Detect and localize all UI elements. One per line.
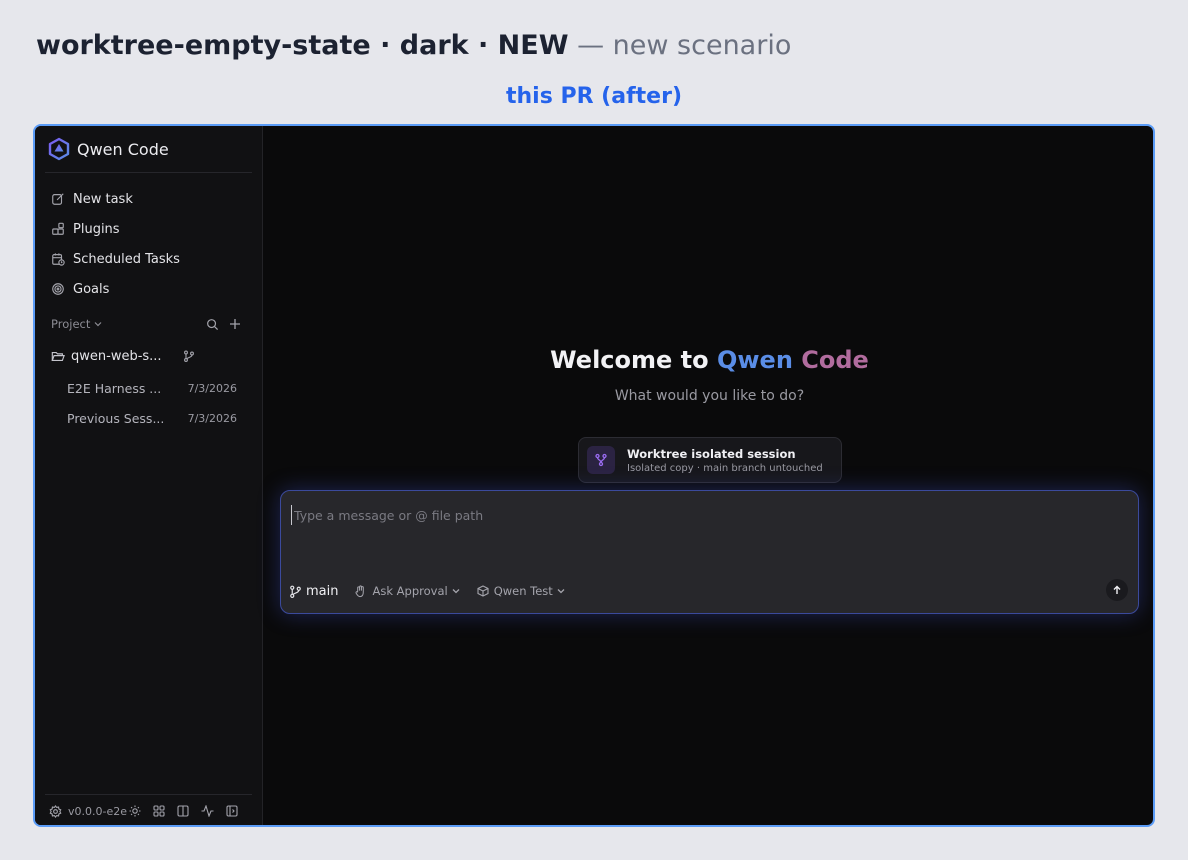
- plus-icon: [230, 319, 240, 329]
- model-label: Qwen Test: [493, 584, 553, 598]
- welcome-code: Code: [792, 346, 869, 374]
- grid-button[interactable]: [153, 805, 165, 817]
- git-fork-icon: [595, 453, 607, 467]
- chevron-down-icon[interactable]: [93, 319, 103, 329]
- send-button[interactable]: [1106, 579, 1128, 601]
- sidebar-panel-icon: [226, 805, 238, 817]
- session-item[interactable]: Previous Sess... 7/3/2026: [67, 411, 237, 426]
- branch-selector[interactable]: main: [289, 584, 338, 599]
- toggle-sidebar-button[interactable]: [226, 805, 238, 817]
- composer: main Ask Approval Qwen Test: [280, 490, 1139, 614]
- sun-icon[interactable]: [129, 805, 141, 817]
- page-title-strong: worktree-empty-state · dark · NEW: [36, 30, 569, 61]
- approval-label: Ask Approval: [372, 584, 448, 598]
- chevron-down-icon: [557, 589, 565, 594]
- qwen-logo-icon: [48, 137, 70, 161]
- folder-open-icon: [51, 351, 65, 361]
- session-title: Previous Sess...: [67, 411, 165, 426]
- chevron-down-icon: [452, 589, 460, 594]
- welcome-heading: Welcome to Qwen Code: [264, 346, 1153, 374]
- chip-subtitle: Isolated copy · main branch untouched: [627, 462, 823, 474]
- arrow-up-icon: [1113, 585, 1121, 594]
- page-title: worktree-empty-state · dark · NEW — new …: [36, 28, 791, 64]
- sidebar-item-new-task[interactable]: New task: [45, 184, 253, 214]
- split-view-button[interactable]: [177, 805, 189, 817]
- page-subtitle: this PR (after): [505, 84, 682, 109]
- divider: [45, 172, 252, 173]
- welcome-prefix: Welcome to: [550, 346, 717, 374]
- session-date: 7/3/2026: [187, 412, 237, 425]
- project-name: qwen-web-s...: [71, 348, 162, 364]
- target-icon: [52, 283, 64, 295]
- approval-selector[interactable]: Ask Approval: [354, 584, 460, 598]
- project-label[interactable]: Project: [51, 317, 90, 331]
- app-window: Qwen Code New task Plugins Scheduled Tas…: [33, 124, 1155, 827]
- columns-icon: [177, 805, 189, 817]
- sidebar-footer: v0.0.0-e2e: [49, 802, 238, 820]
- version-label: v0.0.0-e2e: [68, 804, 128, 818]
- sidebar-item-goals[interactable]: Goals: [45, 274, 253, 304]
- session-title: E2E Harness ...: [67, 381, 162, 396]
- session-item[interactable]: E2E Harness ... 7/3/2026: [67, 381, 237, 396]
- branch-label: main: [306, 583, 339, 599]
- add-project-button[interactable]: [229, 318, 241, 330]
- git-branch-icon: [184, 350, 194, 362]
- brand-name: Qwen Code: [77, 139, 169, 159]
- sidebar-item-plugins[interactable]: Plugins: [45, 214, 253, 244]
- brand[interactable]: Qwen Code: [47, 136, 169, 162]
- model-selector[interactable]: Qwen Test: [477, 584, 566, 598]
- composer-toolbar: main Ask Approval Qwen Test: [289, 581, 566, 601]
- plugins-icon: [52, 222, 64, 235]
- search-button[interactable]: [206, 318, 219, 331]
- welcome-qwen: Qwen: [716, 346, 793, 374]
- calendar-clock-icon: [52, 253, 65, 266]
- project-header: Project: [51, 317, 241, 331]
- chip-title: Worktree isolated session: [627, 446, 796, 461]
- page-title-muted: — new scenario: [577, 30, 792, 61]
- grid-icon: [153, 805, 165, 817]
- sidebar-item-label: Goals: [73, 281, 110, 297]
- gear-icon[interactable]: [49, 804, 62, 818]
- message-input[interactable]: [291, 505, 891, 525]
- search-icon: [207, 318, 219, 330]
- divider: [45, 794, 252, 795]
- activity-button[interactable]: [201, 805, 214, 817]
- edit-icon: [52, 193, 64, 205]
- sidebar-item-scheduled-tasks[interactable]: Scheduled Tasks: [45, 244, 253, 274]
- sidebar: Qwen Code New task Plugins Scheduled Tas…: [35, 126, 263, 825]
- sidebar-item-label: New task: [73, 191, 133, 207]
- welcome-prompt: What would you like to do?: [614, 388, 805, 404]
- project-item[interactable]: qwen-web-s...: [51, 345, 247, 367]
- main-panel: Welcome to Qwen Code What would you like…: [264, 126, 1153, 825]
- session-date: 7/3/2026: [187, 382, 237, 395]
- worktree-session-chip[interactable]: Worktree isolated session Isolated copy …: [578, 437, 842, 483]
- activity-icon: [201, 805, 214, 817]
- sidebar-nav: New task Plugins Scheduled Tasks Goals: [45, 184, 253, 304]
- hand-icon: [356, 584, 365, 597]
- git-branch-icon: [290, 585, 301, 598]
- chip-icon-box: [587, 446, 615, 474]
- sidebar-item-label: Scheduled Tasks: [73, 251, 180, 267]
- cube-icon: [477, 585, 489, 597]
- sidebar-item-label: Plugins: [73, 221, 120, 237]
